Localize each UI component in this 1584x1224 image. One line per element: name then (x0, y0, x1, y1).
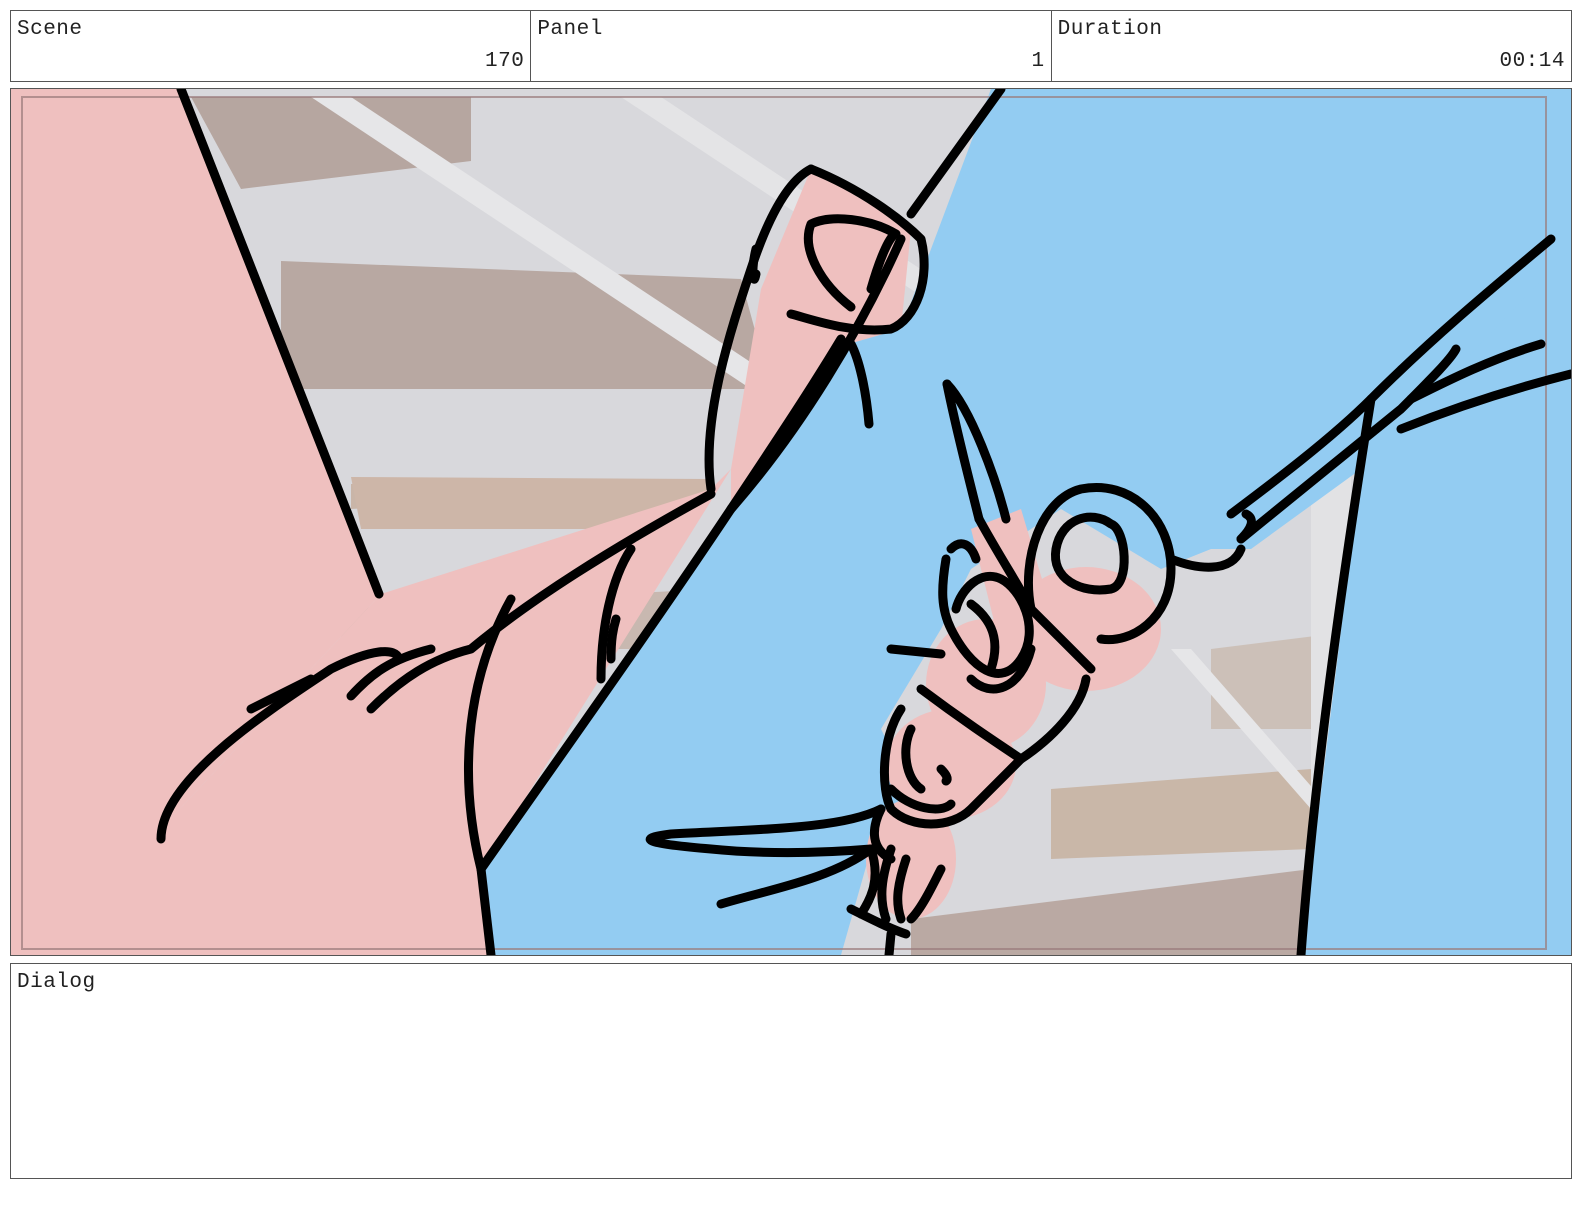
storyboard-drawing (11, 89, 1571, 955)
duration-value: 00:14 (1499, 50, 1565, 73)
panel-cell: Panel 1 (531, 11, 1052, 81)
dialog-label: Dialog (17, 971, 96, 994)
storyboard-panel-frame (10, 88, 1572, 956)
scene-number: 170 (485, 50, 525, 73)
scene-cell: Scene 170 (11, 11, 532, 81)
panel-label: Panel (537, 18, 603, 41)
scene-label: Scene (17, 18, 83, 41)
duration-label: Duration (1057, 18, 1163, 41)
duration-cell: Duration 00:14 (1052, 11, 1571, 81)
storyboard-header: Scene 170 Panel 1 Duration 00:14 (10, 10, 1572, 82)
panel-number: 1 (1031, 50, 1045, 73)
dialog-box[interactable]: Dialog (10, 963, 1572, 1179)
